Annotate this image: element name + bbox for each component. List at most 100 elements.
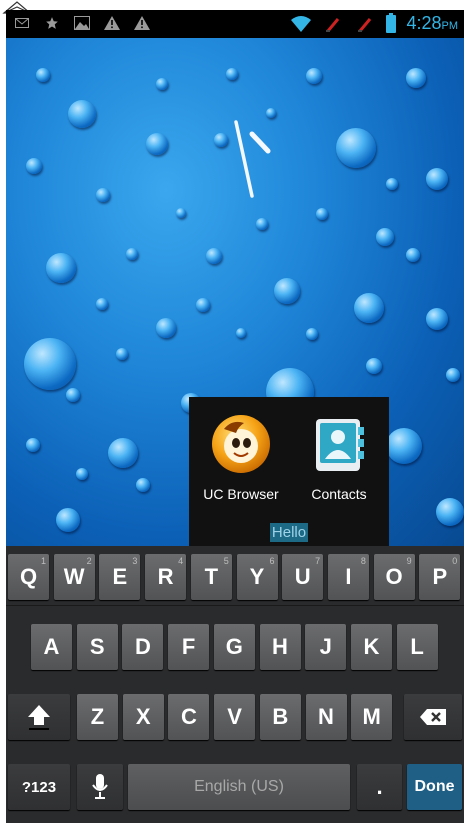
key-label: H (272, 634, 288, 659)
water-drop (426, 308, 448, 330)
water-drop (336, 128, 376, 168)
key-m[interactable]: M (351, 694, 393, 740)
key-label: P (432, 564, 448, 589)
key-label: T (204, 564, 219, 589)
key-h[interactable]: H (259, 624, 301, 670)
key-r[interactable]: R4 (145, 554, 187, 600)
folder-name-field[interactable]: Hello (189, 523, 389, 542)
key-label: X (135, 704, 151, 729)
done-key[interactable]: Done (407, 764, 462, 810)
key-label: U (294, 564, 311, 589)
key-n[interactable]: N (305, 694, 347, 740)
key-label: F (181, 634, 196, 659)
key-q[interactable]: Q1 (8, 554, 49, 600)
key-a[interactable]: A (31, 624, 72, 670)
key-p[interactable]: P0 (419, 554, 461, 600)
water-drop (236, 328, 246, 338)
uc-browser-shortcut[interactable]: UC Browser (195, 413, 287, 502)
water-drop (354, 293, 384, 323)
key-label: N (318, 704, 334, 729)
key-c[interactable]: C (168, 694, 210, 740)
key-u[interactable]: U7 (282, 554, 324, 600)
water-drop (96, 188, 110, 202)
key-hint: 4 (178, 556, 184, 566)
key-j[interactable]: J (305, 624, 347, 670)
water-drop (406, 68, 426, 88)
key-label: A (43, 634, 60, 659)
water-drop (226, 68, 238, 80)
water-drop (156, 318, 176, 338)
battery-icon (386, 12, 397, 33)
water-drop (24, 338, 76, 390)
water-drop (116, 348, 128, 360)
water-drop (436, 498, 464, 526)
status-bar[interactable]: 4:28PM (6, 10, 464, 38)
key-label: W (63, 564, 85, 589)
water-drop (214, 133, 228, 147)
clock-time: 4:28PM (406, 13, 458, 33)
water-drop (108, 438, 138, 468)
warning-icon (104, 15, 120, 31)
key-label: ?123 (21, 778, 57, 796)
key-hint: 9 (406, 556, 412, 566)
key-v[interactable]: V (214, 694, 256, 740)
key-g[interactable]: G (213, 624, 255, 670)
space-key[interactable]: English (US) (128, 764, 350, 810)
water-drop (206, 248, 222, 264)
key-i[interactable]: I8 (327, 554, 369, 600)
water-drop (386, 428, 422, 464)
keyboard-divider (6, 605, 464, 606)
symbols-key[interactable]: ?123 (8, 764, 70, 810)
key-label: I (345, 564, 352, 589)
key-k[interactable]: K (350, 624, 392, 670)
key-t[interactable]: T5 (190, 554, 232, 600)
key-label: L (410, 634, 424, 659)
uc-browser-icon (212, 415, 270, 473)
backspace-icon (420, 709, 446, 725)
key-f[interactable]: F (168, 624, 210, 670)
key-hint: 1 (40, 556, 46, 566)
key-e[interactable]: E3 (99, 554, 141, 600)
key-label: R (157, 564, 174, 589)
key-hint: 5 (223, 556, 229, 566)
contacts-shortcut[interactable]: Contacts (293, 413, 385, 502)
shift-key[interactable] (8, 694, 70, 740)
app-folder-popup: UC Browser Contacts Hello (189, 397, 389, 546)
key-label: Y (249, 564, 265, 589)
water-drop (274, 278, 300, 304)
water-drop (136, 478, 150, 492)
water-drop (46, 253, 76, 283)
water-drop (56, 508, 80, 532)
key-o[interactable]: O9 (373, 554, 415, 600)
key-label: Done (414, 778, 455, 795)
water-drop (306, 68, 322, 84)
period-key[interactable]: . (357, 764, 402, 810)
key-label: Q (19, 564, 38, 589)
water-drop (446, 368, 460, 382)
backspace-key[interactable] (404, 694, 462, 740)
water-drop (366, 358, 382, 374)
key-w[interactable]: W2 (53, 554, 95, 600)
voice-input-key[interactable] (77, 764, 123, 810)
key-l[interactable]: L (396, 624, 438, 670)
key-s[interactable]: S (76, 624, 118, 670)
key-label: D (134, 634, 151, 659)
image-icon (74, 15, 90, 31)
key-y[interactable]: Y6 (236, 554, 278, 600)
no-signal-icon (326, 17, 340, 32)
key-d[interactable]: D (122, 624, 164, 670)
water-drop (406, 248, 420, 262)
key-hint: 0 (452, 556, 458, 566)
no-signal-icon (358, 17, 372, 32)
water-drop (316, 208, 328, 220)
key-b[interactable]: B (259, 694, 301, 740)
key-hint: 2 (86, 556, 92, 566)
water-drop (306, 328, 318, 340)
key-z[interactable]: Z (77, 694, 118, 740)
water-drop (26, 438, 40, 452)
warning-icon (134, 15, 150, 31)
app-label: Contacts (311, 486, 367, 502)
water-drop (146, 133, 168, 155)
key-x[interactable]: X (122, 694, 164, 740)
water-drop (176, 208, 186, 218)
